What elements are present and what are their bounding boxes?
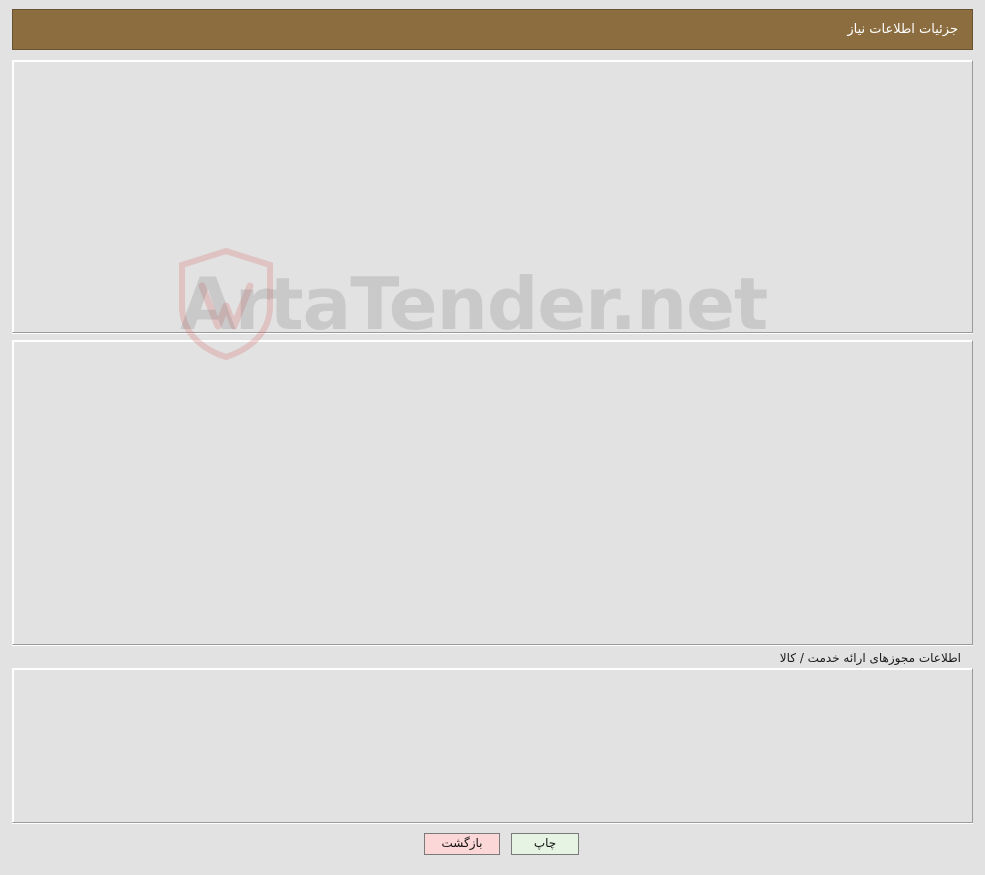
- permits-section-title: اطلاعات مجوزهای ارائه خدمت / کالا: [779, 651, 961, 665]
- need-details-panel: [12, 340, 973, 645]
- back-button[interactable]: بازگشت: [424, 833, 500, 855]
- print-button[interactable]: چاپ: [511, 833, 579, 855]
- page-root: جزئیات اطلاعات نیاز شماره نیاز: 11020974…: [0, 0, 985, 875]
- page-title-bar: جزئیات اطلاعات نیاز: [12, 9, 973, 50]
- permits-panel: [12, 668, 973, 823]
- page-title: جزئیات اطلاعات نیاز: [847, 22, 958, 37]
- need-summary-panel: [12, 60, 973, 333]
